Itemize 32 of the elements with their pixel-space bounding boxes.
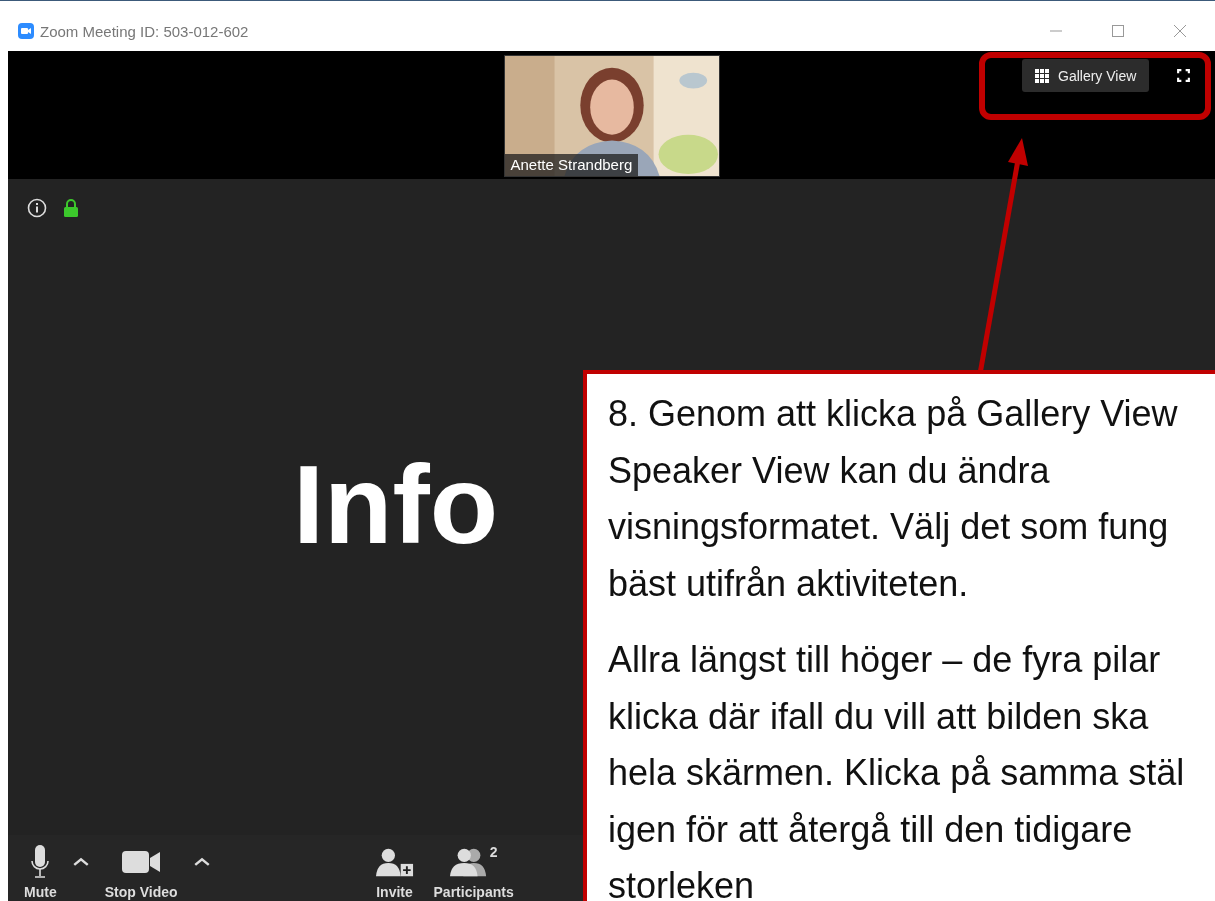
invite-button[interactable]: Invite	[371, 844, 418, 901]
instruction-text: 8. Genom att klicka på Gallery View	[608, 392, 1178, 436]
caret-icon[interactable]	[193, 857, 210, 866]
grid-icon	[1035, 68, 1049, 83]
maximize-icon[interactable]	[1111, 24, 1125, 38]
instruction-text: Allra längst till höger – de fyra pilar	[608, 638, 1161, 682]
lock-icon[interactable]	[63, 198, 79, 218]
close-icon[interactable]	[1173, 24, 1187, 38]
info-icon[interactable]	[27, 198, 47, 218]
instruction-text: klicka där ifall du vill att bilden ska	[608, 694, 1149, 739]
add-person-icon	[375, 847, 414, 877]
window-title: Zoom Meeting ID: 503-012-602	[40, 22, 249, 40]
instruction-text: igen för att återgå till den tidigare	[608, 807, 1133, 852]
participant-name: Anette Strandberg	[504, 154, 639, 176]
gallery-view-button[interactable]: Gallery View	[1022, 59, 1150, 92]
caret-icon[interactable]	[72, 857, 89, 866]
shared-screen-text: Info	[293, 449, 499, 561]
stop-video-button[interactable]: Stop Video	[100, 844, 182, 901]
camera-icon	[18, 23, 34, 39]
instruction-text: Speaker View kan du ändra	[608, 448, 1050, 493]
participant-video[interactable]: Anette Strandberg	[503, 55, 720, 177]
mute-button[interactable]: Mute	[20, 844, 61, 901]
instruction-text: hela skärmen. Klicka på samma stäl	[608, 751, 1185, 795]
instruction-text: bäst utifrån aktiviteten.	[608, 561, 969, 606]
people-icon	[449, 847, 488, 877]
participants-button[interactable]: 2 Participants	[429, 844, 518, 901]
microphone-icon	[30, 845, 51, 879]
fullscreen-icon[interactable]	[1176, 68, 1191, 83]
instruction-text: storleken	[608, 864, 755, 901]
video-camera-icon	[122, 851, 161, 873]
participant-count: 2	[489, 844, 498, 860]
instruction-text: visningsformatet. Välj det som fung	[608, 505, 1169, 549]
